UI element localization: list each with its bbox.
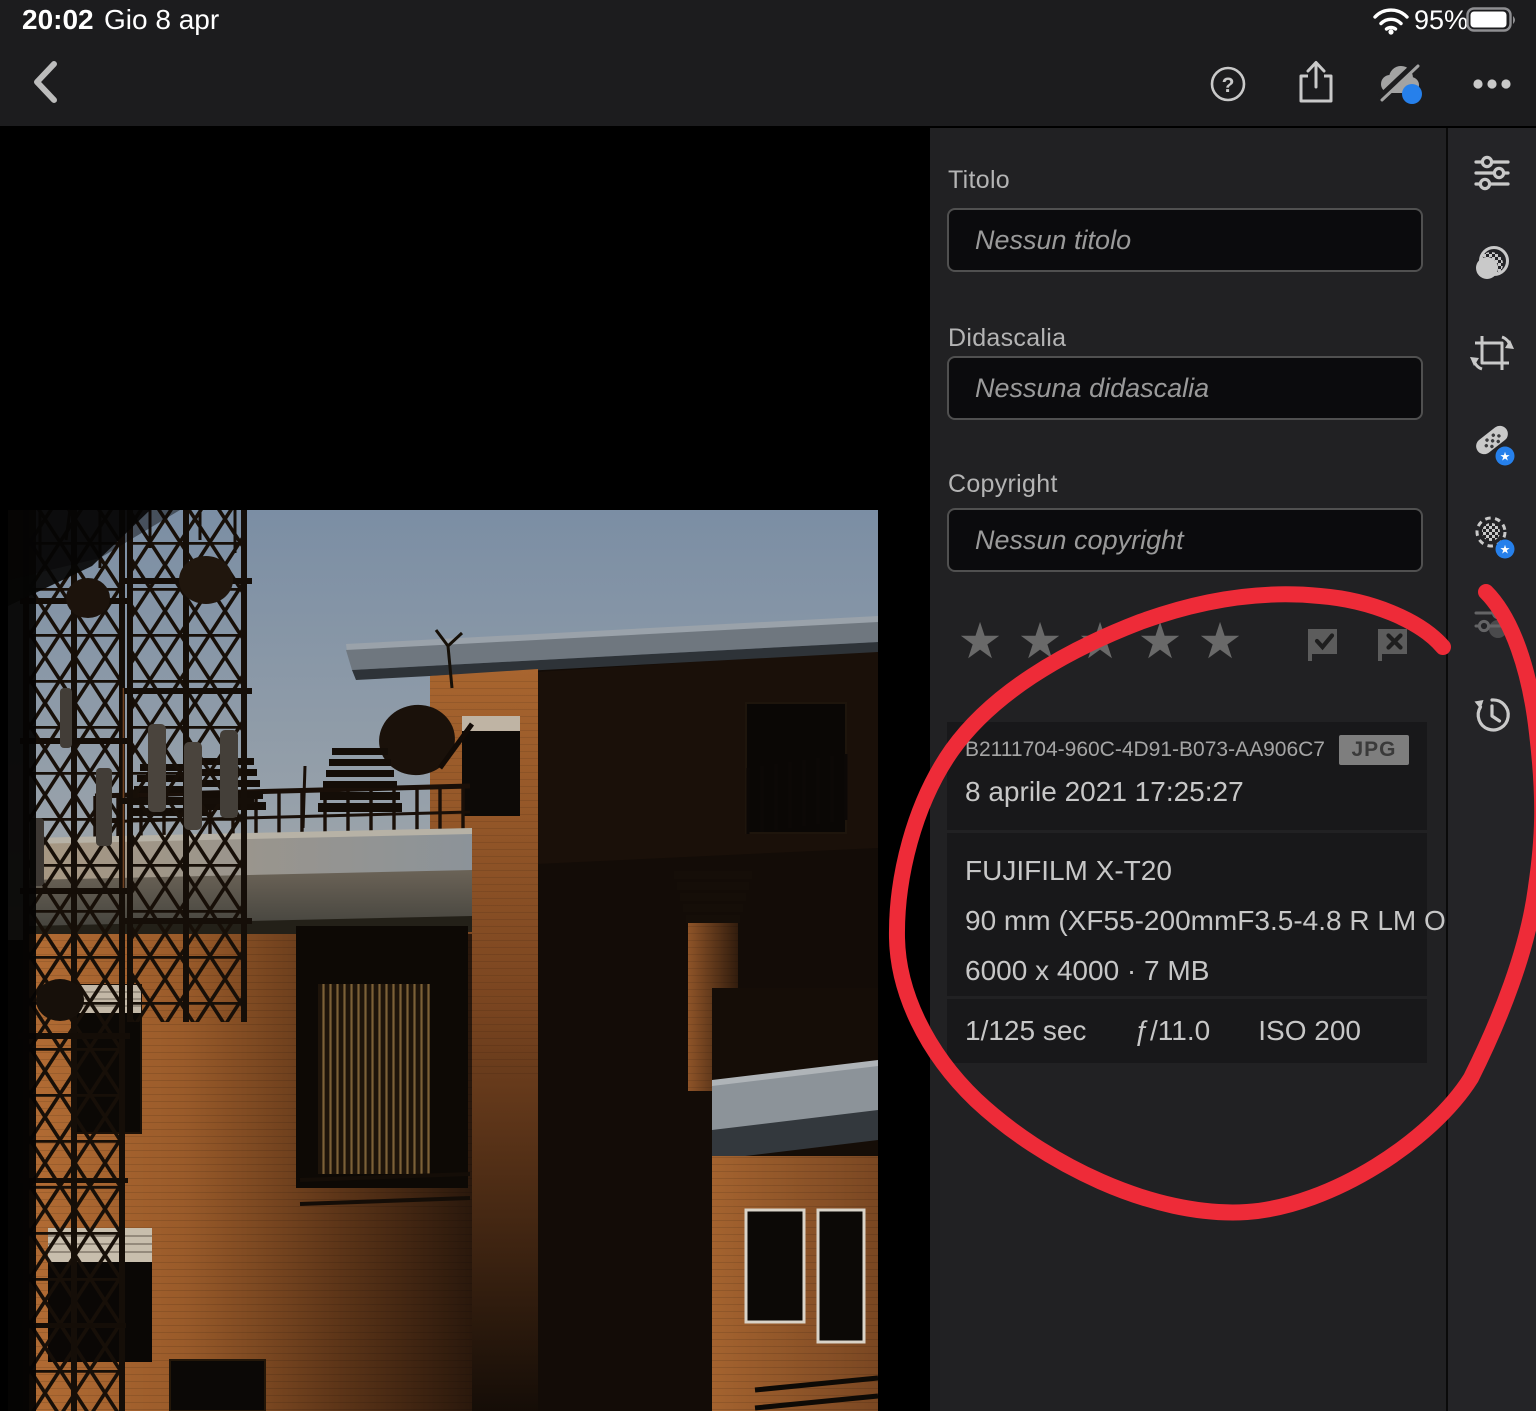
back-button[interactable]	[24, 58, 72, 106]
cloud-sync-off-icon	[1374, 58, 1426, 106]
versions-button[interactable]	[1468, 596, 1516, 644]
question-circle-icon: ?	[1204, 60, 1252, 108]
crop-rotate-icon	[1468, 329, 1516, 377]
star-4[interactable]: ★	[1130, 614, 1190, 668]
share-icon	[1292, 58, 1340, 106]
title-input[interactable]	[947, 208, 1423, 272]
title-label: Titolo	[948, 166, 1010, 195]
star-rating: ★ ★ ★ ★ ★	[950, 614, 1250, 668]
camera-model: FUJIFILM X-T20	[965, 846, 1427, 896]
battery-icon	[1466, 7, 1518, 33]
halftone-circle-icon	[1468, 239, 1516, 287]
flag-pick-icon	[1302, 624, 1342, 668]
filename: B2111704-960C-4D91-B073-AA906C7E6001-...	[965, 738, 1325, 762]
image-dimensions: 6000 x 4000 · 7 MB	[965, 946, 1427, 996]
help-button[interactable]: ?	[1204, 60, 1252, 108]
caption-label: Didascalia	[948, 324, 1066, 353]
capture-datetime: 8 aprile 2021 17:25:27	[965, 776, 1244, 808]
photo-building-sunset	[0, 128, 930, 1411]
tool-rail: ★ ★	[1448, 128, 1536, 1411]
flag-reject-icon	[1372, 624, 1412, 668]
copyright-label: Copyright	[948, 470, 1058, 499]
photo-view[interactable]	[0, 128, 930, 1411]
battery-percent: 95%	[1414, 5, 1468, 36]
info-panel: Titolo Didascalia Copyright ★ ★ ★ ★ ★	[930, 128, 1446, 1411]
history-clock-icon	[1468, 691, 1516, 739]
iso-value: ISO 200	[1258, 1015, 1361, 1047]
ellipsis-icon	[1466, 60, 1518, 108]
sliders-icon	[1468, 149, 1516, 197]
masking-icon: ★	[1468, 511, 1516, 559]
masking-button[interactable]: ★	[1468, 511, 1516, 559]
wifi-icon	[1372, 7, 1410, 35]
format-badge: JPG	[1339, 735, 1409, 765]
presets-button[interactable]	[1468, 239, 1516, 287]
more-options-button[interactable]	[1466, 60, 1514, 108]
premium-star-glyph: ★	[1500, 543, 1511, 557]
flag-pick-button[interactable]	[1302, 624, 1342, 668]
lightroom-info-screen: 20:02 Gio 8 apr 95%	[0, 0, 1536, 1411]
sliders-dimmed-icon	[1468, 596, 1516, 644]
star-1[interactable]: ★	[950, 614, 1010, 668]
share-button[interactable]	[1292, 58, 1340, 106]
status-time: 20:02	[22, 4, 94, 36]
healing-brush-button[interactable]: ★	[1468, 418, 1516, 466]
question-glyph: ?	[1222, 74, 1235, 97]
healing-bandaid-icon: ★	[1468, 418, 1516, 466]
premium-star-glyph: ★	[1500, 450, 1511, 464]
edit-sliders-button[interactable]	[1468, 149, 1516, 197]
file-info-card: B2111704-960C-4D91-B073-AA906C7E6001-...…	[947, 722, 1427, 1063]
copyright-input[interactable]	[947, 508, 1423, 572]
aperture: ƒ/11.0	[1134, 1015, 1210, 1047]
shutter-speed: 1/125 sec	[965, 1015, 1086, 1047]
flag-reject-button[interactable]	[1372, 624, 1412, 668]
camera-info-group: FUJIFILM X-T20 90 mm (XF55-200mmF3.5-4.8…	[947, 833, 1427, 996]
crop-rotate-button[interactable]	[1468, 329, 1516, 377]
star-2[interactable]: ★	[1010, 614, 1070, 668]
star-5[interactable]: ★	[1190, 614, 1250, 668]
file-info-group: B2111704-960C-4D91-B073-AA906C7E6001-...…	[947, 722, 1427, 830]
top-bar: 20:02 Gio 8 apr 95%	[0, 0, 1536, 128]
caption-input[interactable]	[947, 356, 1423, 420]
exposure-group: 1/125 sec ƒ/11.0 ISO 200	[947, 999, 1427, 1063]
cloud-sync-off-button[interactable]	[1374, 58, 1422, 106]
star-3[interactable]: ★	[1070, 614, 1130, 668]
chevron-left-icon	[24, 58, 72, 106]
status-date: Gio 8 apr	[104, 4, 219, 36]
lens-info: 90 mm (XF55-200mmF3.5-4.8 R LM OIS)	[965, 896, 1427, 946]
sync-status-dot	[1402, 84, 1422, 104]
history-button[interactable]	[1468, 691, 1516, 739]
